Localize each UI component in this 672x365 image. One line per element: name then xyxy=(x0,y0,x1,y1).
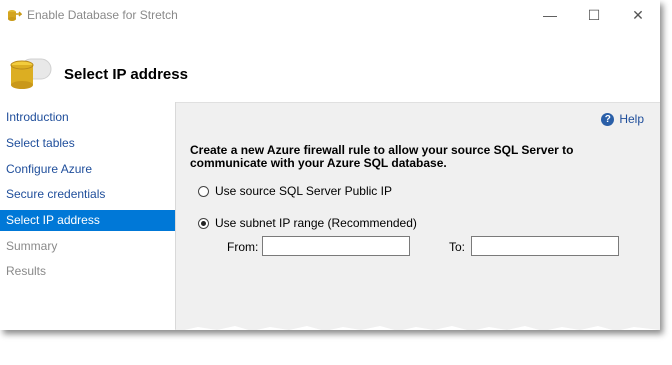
sidebar-nav: Introduction Select tables Configure Azu… xyxy=(0,102,176,330)
sidebar-item-select-ip-address[interactable]: Select IP address xyxy=(0,210,175,231)
option-public-ip[interactable]: Use source SQL Server Public IP xyxy=(198,184,392,198)
database-stretch-small-icon xyxy=(8,10,22,21)
sidebar-item-secure-credentials[interactable]: Secure credentials xyxy=(0,184,175,205)
option-subnet-range-label: Use subnet IP range (Recommended) xyxy=(215,216,417,230)
radio-button-subnet-range[interactable] xyxy=(198,217,209,229)
radio-button-public-ip[interactable] xyxy=(198,185,209,197)
close-icon: ✕ xyxy=(632,6,644,23)
sidebar-item-summary: Summary xyxy=(6,239,58,253)
from-ip-input[interactable] xyxy=(262,236,410,256)
to-ip-input[interactable] xyxy=(471,236,619,256)
help-icon: ? xyxy=(601,112,615,126)
sidebar-item-introduction[interactable]: Introduction xyxy=(0,107,175,128)
close-button[interactable]: ✕ xyxy=(616,0,660,30)
sidebar-item-results: Results xyxy=(6,264,47,278)
option-subnet-range[interactable]: Use subnet IP range (Recommended) xyxy=(198,216,417,230)
title-bar: Enable Database for Stretch — ☐ ✕ xyxy=(0,0,660,30)
help-link[interactable]: ? Help xyxy=(601,112,644,126)
torn-edge xyxy=(0,326,660,330)
from-label: From: xyxy=(227,240,259,254)
sidebar-item-configure-azure[interactable]: Configure Azure xyxy=(0,159,175,180)
sidebar-item-select-tables[interactable]: Select tables xyxy=(0,133,175,154)
maximize-icon: ☐ xyxy=(587,6,601,23)
help-label: Help xyxy=(619,112,644,126)
description-text: Create a new Azure firewall rule to allo… xyxy=(190,143,574,170)
radio-selected-dot xyxy=(201,220,206,226)
database-stretch-icon xyxy=(10,58,52,89)
main-panel: ? Help Create a new Azure firewall rule … xyxy=(176,102,660,330)
maximize-button[interactable]: ☐ xyxy=(572,0,616,30)
minimize-icon: — xyxy=(543,7,557,23)
option-public-ip-label: Use source SQL Server Public IP xyxy=(215,184,392,198)
dialog-window: Enable Database for Stretch — ☐ ✕ Select… xyxy=(0,0,660,330)
minimize-button[interactable]: — xyxy=(528,0,572,30)
window-title: Enable Database for Stretch xyxy=(27,8,178,22)
page-title: Select IP address xyxy=(64,66,188,83)
to-label: To: xyxy=(449,240,466,254)
